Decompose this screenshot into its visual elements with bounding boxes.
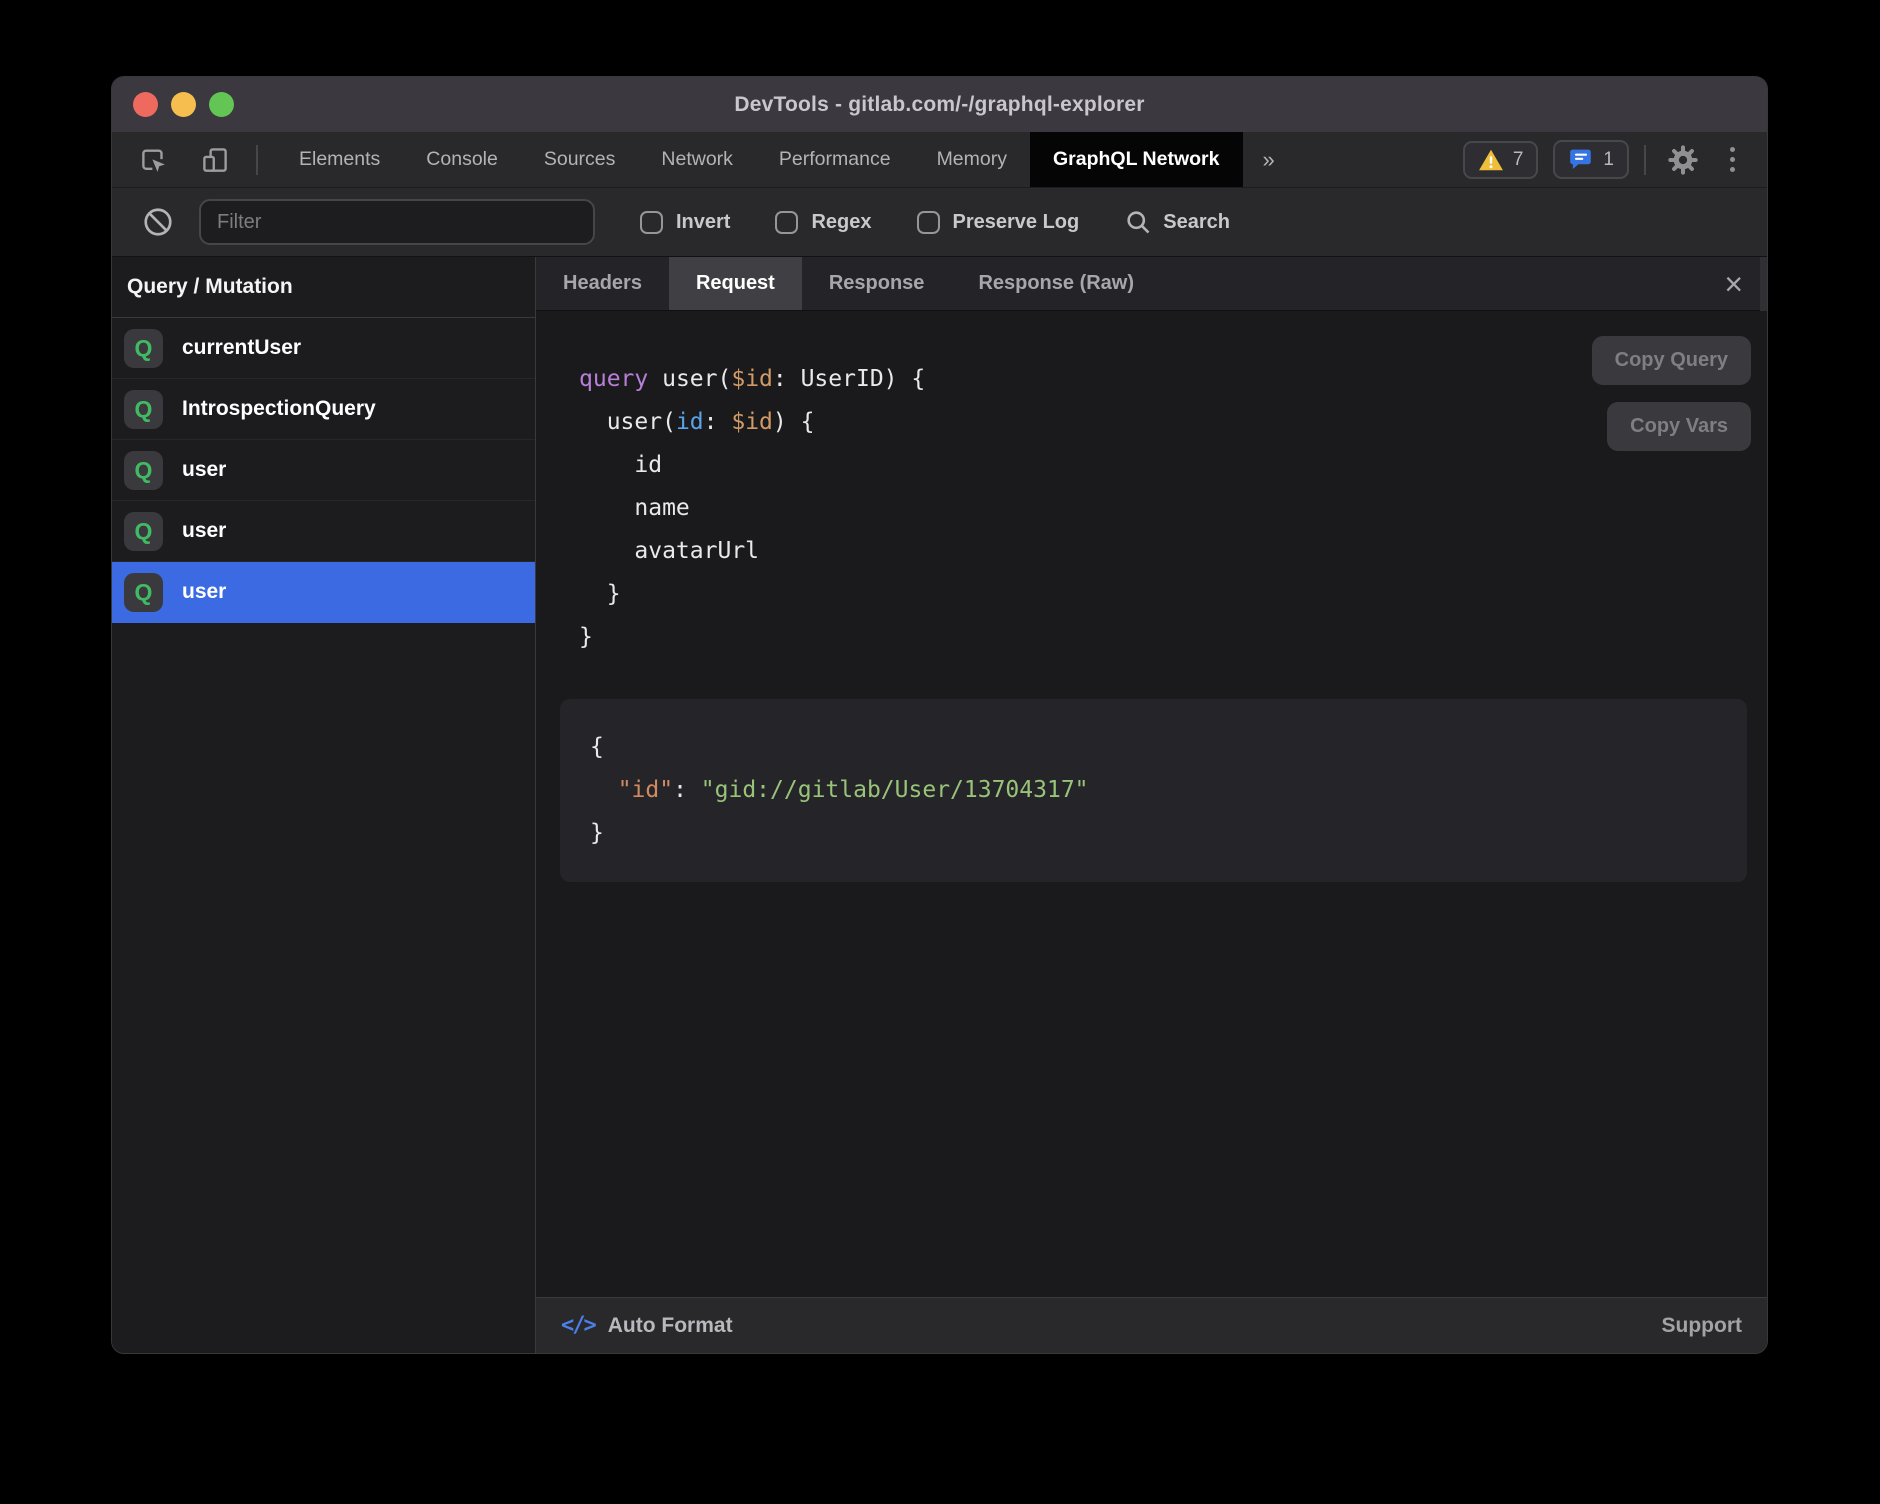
request-content: query user($id: UserID) { user(id: $id) … [536,311,1767,1297]
query-type-badge: Q [124,451,163,490]
tab-headers[interactable]: Headers [536,257,669,310]
query-type-badge: Q [124,329,163,368]
query-name: user [182,458,226,482]
issue-count: 1 [1603,149,1614,171]
warning-icon [1478,148,1504,172]
query-list-item[interactable]: Q currentUser [112,318,535,379]
toolbar-divider [256,145,258,175]
detail-panel: Headers Request Response Response (Raw) … [536,257,1767,1353]
tab-sources[interactable]: Sources [521,132,639,187]
message-icon [1568,147,1594,172]
query-list-item-selected[interactable]: Q user [112,562,535,623]
auto-format-code-icon: </> [561,1313,595,1338]
badge-divider [1644,145,1646,175]
query-list-item[interactable]: Q IntrospectionQuery [112,379,535,440]
main-area: Query / Mutation Q currentUser Q Introsp… [112,257,1767,1353]
query-list-item[interactable]: Q user [112,501,535,562]
tab-memory[interactable]: Memory [914,132,1030,187]
kebab-menu-icon[interactable] [1720,147,1745,172]
copy-query-button[interactable]: Copy Query [1592,336,1751,385]
minimize-window-button[interactable] [171,92,196,117]
invert-label: Invert [676,211,730,234]
devtools-tabbar: Elements Console Sources Network Perform… [112,132,1767,187]
close-window-button[interactable] [133,92,158,117]
inspect-element-icon[interactable] [132,145,174,175]
tab-graphql-network[interactable]: GraphQL Network [1030,132,1243,187]
filter-input[interactable] [199,199,595,245]
query-list-sidebar: Query / Mutation Q currentUser Q Introsp… [112,257,536,1353]
tab-console[interactable]: Console [403,132,521,187]
query-type-badge: Q [124,512,163,551]
query-variables-box: { "id": "gid://gitlab/User/13704317"} [560,699,1747,882]
query-name: currentUser [182,336,301,360]
tab-response[interactable]: Response [802,257,952,310]
detail-tabs: Headers Request Response Response (Raw) … [536,257,1767,311]
query-type-badge: Q [124,573,163,612]
issues-badge[interactable]: 1 [1553,140,1629,179]
tab-response-raw[interactable]: Response (Raw) [951,257,1161,310]
invert-checkbox-group: Invert [640,211,730,234]
query-variables-code: { "id": "gid://gitlab/User/13704317"} [590,726,1717,855]
auto-format-button[interactable]: Auto Format [608,1314,733,1338]
regex-checkbox[interactable] [775,211,798,234]
query-mutation-header: Query / Mutation [112,257,535,318]
support-link[interactable]: Support [1662,1314,1742,1338]
filter-bar: Invert Regex Preserve Log Search [112,187,1767,257]
query-name: IntrospectionQuery [182,397,376,421]
copy-buttons: Copy Query Copy Vars [1592,336,1751,451]
regex-label: Regex [811,211,871,234]
tab-performance[interactable]: Performance [756,132,914,187]
search-icon [1124,208,1152,236]
query-list-item[interactable]: Q user [112,440,535,501]
warnings-badge[interactable]: 7 [1463,141,1539,179]
traffic-lights [133,77,234,132]
zoom-window-button[interactable] [209,92,234,117]
settings-gear-icon[interactable] [1661,144,1705,176]
warning-count: 7 [1513,149,1524,171]
preserve-log-label: Preserve Log [953,211,1080,234]
copy-vars-button[interactable]: Copy Vars [1607,402,1751,451]
window-title: DevTools - gitlab.com/-/graphql-explorer [734,93,1144,117]
title-bar: DevTools - gitlab.com/-/graphql-explorer [112,77,1767,132]
regex-checkbox-group: Regex [775,211,871,234]
devtools-tabs: Elements Console Sources Network Perform… [276,132,1295,187]
query-name: user [182,519,226,543]
clear-block-icon[interactable] [136,206,180,238]
search-label: Search [1163,211,1230,234]
graphql-query-code: query user($id: UserID) { user(id: $id) … [579,358,1767,659]
invert-checkbox[interactable] [640,211,663,234]
query-type-badge: Q [124,390,163,429]
search-control[interactable]: Search [1124,208,1230,236]
panel-footer: </> Auto Format Support [536,1297,1767,1353]
query-name: user [182,580,226,604]
devtools-window: DevTools - gitlab.com/-/graphql-explorer… [111,76,1768,1354]
tab-network[interactable]: Network [638,132,756,187]
more-tabs-chevron-icon[interactable]: » [1243,132,1295,187]
preserve-log-checkbox[interactable] [917,211,940,234]
tab-request[interactable]: Request [669,257,802,310]
preserve-log-checkbox-group: Preserve Log [917,211,1080,234]
close-panel-icon[interactable]: × [1724,268,1743,300]
device-toolbar-icon[interactable] [194,145,236,175]
tab-elements[interactable]: Elements [276,132,403,187]
